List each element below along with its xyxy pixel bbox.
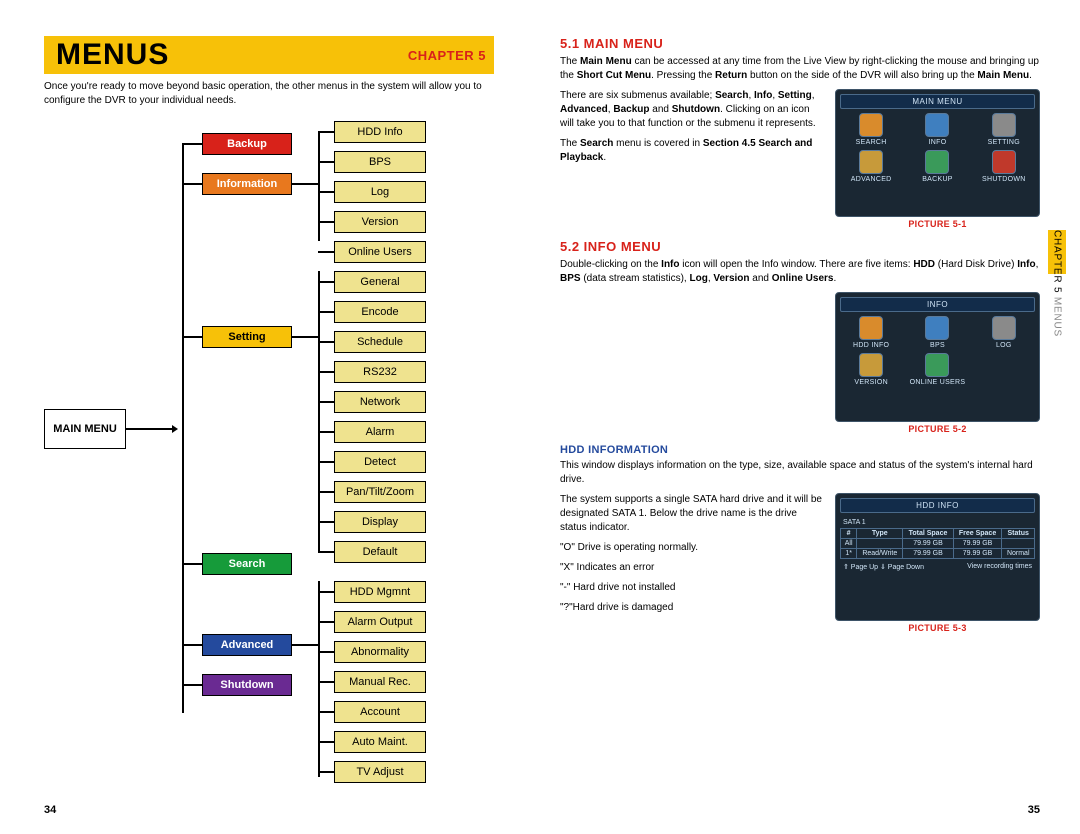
sub-alarm: Alarm: [334, 421, 426, 443]
root-main-menu: MAIN MENU: [44, 409, 126, 449]
dvr-item-info: INFO: [906, 113, 968, 146]
sub-abnormality: Abnormality: [334, 641, 426, 663]
sub-online-users: Online Users: [334, 241, 426, 263]
heading-hdd-info: HDD INFORMATION: [560, 444, 1040, 456]
dvr-item-shutdown: SHUTDOWN: [973, 150, 1035, 183]
dvr-item-bps: BPS: [906, 316, 968, 349]
page-right: 5.1 MAIN MENU The Main Menu can be acces…: [540, 0, 1080, 834]
caption-5-2: PICTURE 5-2: [835, 424, 1040, 434]
page-left: MENUS CHAPTER 5 Once you're ready to mov…: [0, 0, 540, 834]
sub-tv-adjust: TV Adjust: [334, 761, 426, 783]
sub-display: Display: [334, 511, 426, 533]
sub-hdd-info: HDD Info: [334, 121, 426, 143]
sub-manual-rec-: Manual Rec.: [334, 671, 426, 693]
hdd-para1: This window displays information on the …: [560, 459, 1040, 487]
sub-schedule: Schedule: [334, 331, 426, 353]
sub-rs232: RS232: [334, 361, 426, 383]
hdd-para2: The system supports a single SATA hard d…: [560, 493, 823, 535]
cat-information: Information: [202, 173, 292, 195]
s1-para: The Main Menu can be accessed at any tim…: [560, 55, 1040, 83]
heading-5-2: 5.2 INFO MENU: [560, 239, 1040, 254]
sub-pan-tilt-zoom: Pan/Tilt/Zoom: [334, 481, 426, 503]
hdd-b3: "-" Hard drive not installed: [560, 581, 823, 595]
dvr-icon: [992, 316, 1016, 340]
hdd-b2: "X" Indicates an error: [560, 561, 823, 575]
s1-sub-para: There are six submenus available; Search…: [560, 89, 823, 131]
sub-auto-maint-: Auto Maint.: [334, 731, 426, 753]
sub-default: Default: [334, 541, 426, 563]
dvr-item-hdd-info: HDD INFO: [840, 316, 902, 349]
hdd-b4: "?"Hard drive is damaged: [560, 601, 823, 615]
screenshot-main-menu: MAIN MENU SEARCHINFOSETTINGADVANCEDBACKU…: [835, 89, 1040, 217]
dvr-icon: [925, 353, 949, 377]
dvr-item-backup: BACKUP: [906, 150, 968, 183]
chapter-side-tab: CHAPTER 5 MENUS: [1048, 230, 1066, 326]
dvr-item-version: VERSION: [840, 353, 902, 386]
sub-account: Account: [334, 701, 426, 723]
caption-5-3: PICTURE 5-3: [835, 623, 1040, 633]
arrow-icon: [172, 425, 178, 433]
sub-general: General: [334, 271, 426, 293]
sub-hdd-mgmnt: HDD Mgmnt: [334, 581, 426, 603]
dvr-icon: [859, 113, 883, 137]
dvr-item-log: LOG: [973, 316, 1035, 349]
sub-detect: Detect: [334, 451, 426, 473]
sub-alarm-output: Alarm Output: [334, 611, 426, 633]
cat-backup: Backup: [202, 133, 292, 155]
cat-setting: Setting: [202, 326, 292, 348]
sub-encode: Encode: [334, 301, 426, 323]
cat-search: Search: [202, 553, 292, 575]
dvr-item-online-users: ONLINE USERS: [906, 353, 968, 386]
sub-bps: BPS: [334, 151, 426, 173]
banner-title: MENUS: [56, 38, 169, 72]
intro-text: Once you're ready to move beyond basic o…: [44, 80, 499, 107]
menu-diagram: MAIN MENU Backup Information Setting Sea…: [44, 121, 508, 781]
s2-para: Double-clicking on the Info icon will op…: [560, 258, 1040, 286]
dvr-icon: [925, 113, 949, 137]
heading-5-1: 5.1 MAIN MENU: [560, 36, 1040, 51]
caption-5-1: PICTURE 5-1: [835, 219, 1040, 229]
dvr-icon: [859, 150, 883, 174]
s1-sub-para2: The Search menu is covered in Section 4.…: [560, 137, 823, 165]
page-number-right: 35: [1028, 804, 1040, 816]
dvr-icon: [925, 150, 949, 174]
sub-log: Log: [334, 181, 426, 203]
dvr-item-search: SEARCH: [840, 113, 902, 146]
page-number-left: 34: [44, 804, 56, 816]
dvr-item-advanced: ADVANCED: [840, 150, 902, 183]
screenshot-info: INFO HDD INFOBPSLOGVERSIONONLINE USERS: [835, 292, 1040, 422]
dvr-icon: [859, 353, 883, 377]
chapter-banner: MENUS CHAPTER 5: [44, 36, 494, 74]
sub-version: Version: [334, 211, 426, 233]
dvr-icon: [992, 113, 1016, 137]
dvr-item-setting: SETTING: [973, 113, 1035, 146]
sub-network: Network: [334, 391, 426, 413]
cat-shutdown: Shutdown: [202, 674, 292, 696]
hdd-b1: "O" Drive is operating normally.: [560, 541, 823, 555]
dvr-icon: [859, 316, 883, 340]
cat-advanced: Advanced: [202, 634, 292, 656]
banner-chapter: CHAPTER 5: [408, 48, 486, 63]
dvr-icon: [925, 316, 949, 340]
dvr-icon: [992, 150, 1016, 174]
screenshot-hdd-info: HDD INFO SATA 1 #TypeTotal SpaceFree Spa…: [835, 493, 1040, 621]
